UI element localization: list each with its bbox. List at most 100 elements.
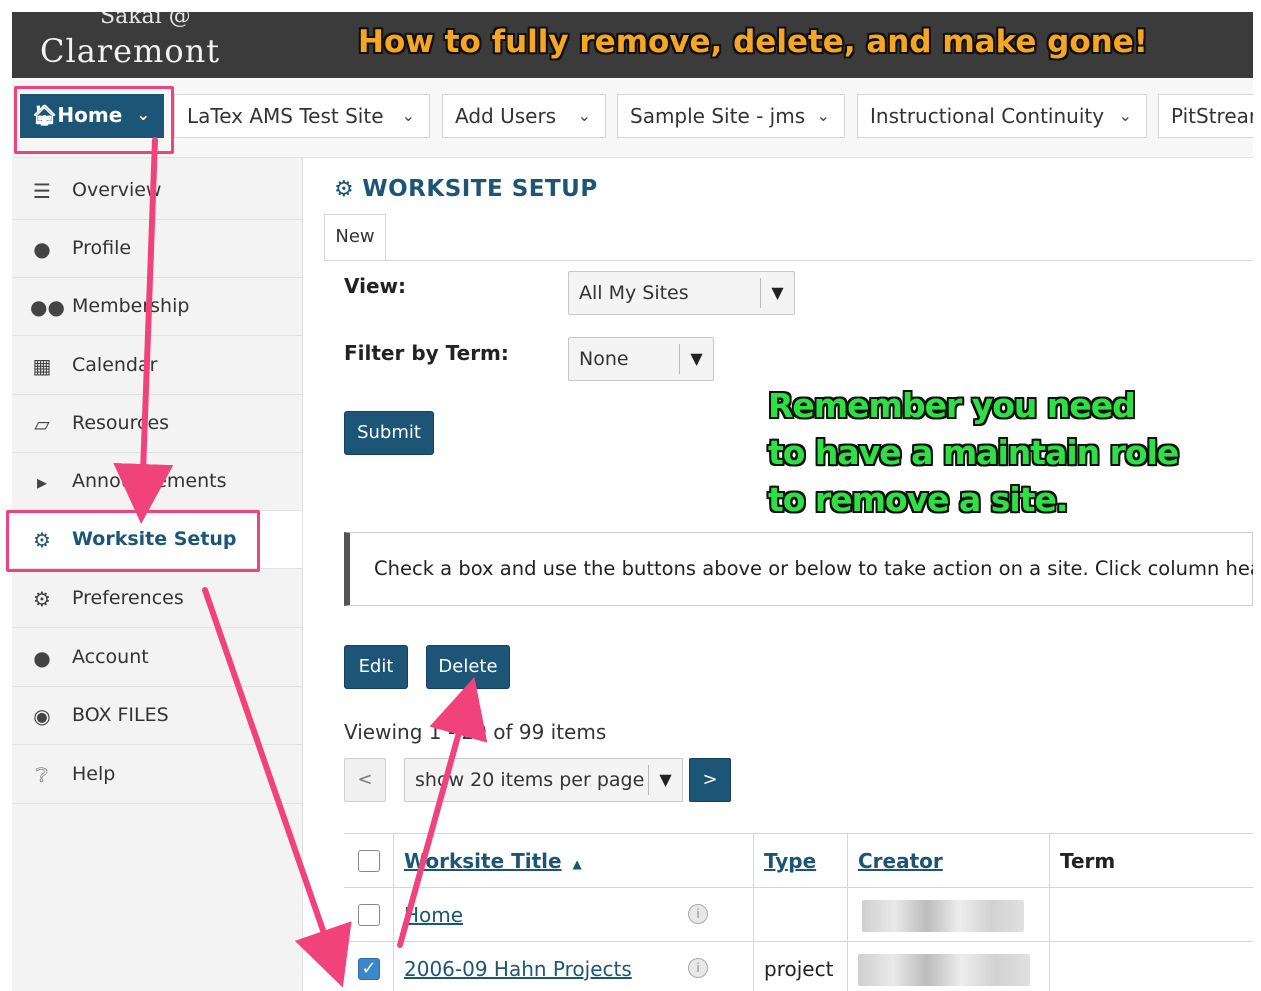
tutorial-callout: Remember you need to have a maintain rol… [768,382,1179,523]
col-type-label[interactable]: Type [764,849,816,873]
gears-icon: ⚙ [334,177,355,202]
chevron-down-icon[interactable]: ⌄ [402,95,415,137]
tab-label: Add Users [455,104,557,128]
sidebar-item-calendar[interactable]: ▦ Calendar [12,337,302,395]
tutorial-banner: How to fully remove, delete, and make go… [358,24,1148,60]
row-title-cell: Home i [394,888,754,942]
worksite-setup-highlight [6,510,260,572]
logo[interactable]: Claremont [40,32,220,70]
tab-pitstream[interactable]: PitStrear [1158,94,1253,138]
tab-label: Instructional Continuity [870,104,1105,128]
blurred-creator [858,954,1030,986]
col-worksite-title[interactable]: Worksite Title ▲ [394,834,754,888]
calendar-icon: ▦ [32,354,52,378]
callout-line: to have a maintain role [768,433,1179,472]
row-creator-cell [848,888,1050,942]
instructions-box: Check a box and use the buttons above or… [344,532,1253,606]
globe-icon: ◉ [33,704,51,728]
info-icon[interactable]: i [688,958,708,978]
chevron-down-icon[interactable]: ⌄ [817,95,830,137]
sort-asc-icon: ▲ [572,857,582,871]
term-select[interactable]: None ▼ [568,337,714,381]
site-title-link[interactable]: 2006-09 Hahn Projects [404,957,632,981]
caret-down-icon: ▼ [648,765,682,795]
sidebar-item-label: Profile [72,237,132,259]
next-page-button[interactable]: > [689,758,731,802]
sidebar-item-label: Help [72,763,116,785]
sidebar-item-account[interactable]: ● Account [12,629,302,687]
delete-button[interactable]: Delete [426,645,510,689]
site-title-link[interactable]: Home [404,903,463,927]
sidebar-item-label: Account [72,646,149,668]
row-select-cell: ✓ [344,942,394,991]
info-icon[interactable]: i [688,904,708,924]
sidebar-item-help[interactable]: ❔︎ Help [12,746,302,804]
sidebar-item-membership[interactable]: ●● Membership [12,278,302,336]
row-creator-cell [848,942,1050,991]
tab-divider [324,260,1253,261]
table-row: ✓ 2006-09 Hahn Projects i project [344,942,1253,991]
main-content: ⚙ WORKSITE SETUP New View: All My Sites ▼… [304,158,1253,991]
page-title: ⚙ WORKSITE SETUP [334,176,598,202]
row-select-cell [344,888,394,942]
callout-line: Remember you need [768,386,1136,425]
tab-new[interactable]: New [324,214,386,260]
sidebar-item-label: Overview [72,179,162,201]
row-checkbox-checked[interactable]: ✓ [358,958,380,980]
term-label: Filter by Term: [344,341,509,365]
page-title-text: WORKSITE SETUP [362,176,598,202]
row-term-cell [1050,888,1253,942]
row-type-cell [754,888,848,942]
select-all-checkbox[interactable] [358,850,380,872]
tab-label: Sample Site - jms [630,104,806,128]
tab-instructional-continuity[interactable]: Instructional Continuity ⌄ [857,94,1147,138]
blurred-creator [862,900,1024,932]
sidebar-item-resources[interactable]: ▱ Resources [12,395,302,453]
sidebar-item-box-files[interactable]: ◉ BOX FILES [12,687,302,745]
tool-sidebar: ☰ Overview ● Profile ●● Membership ▦ Cal… [12,158,303,991]
prev-page-button[interactable]: < [344,758,386,802]
sidebar-item-profile[interactable]: ● Profile [12,220,302,278]
home-tab-highlight [14,86,174,154]
col-creator-label[interactable]: Creator [858,849,943,873]
row-type-cell: project [754,942,848,991]
tab-latex-ams-test-site[interactable]: LaTex AMS Test Site ⌄ [174,94,430,138]
user-icon: ● [33,646,51,670]
tab-sample-site-jms[interactable]: Sample Site - jms ⌄ [617,94,845,138]
site-tabs-bar: 🏠︎Home ⌄ LaTex AMS Test Site ⌄ Add Users… [12,78,1253,158]
select-all-cell [344,834,394,888]
view-label: View: [344,274,407,298]
col-worksite-title-label[interactable]: Worksite Title [404,849,562,873]
submit-button[interactable]: Submit [344,411,434,455]
sidebar-item-label: BOX FILES [72,704,169,726]
tab-add-users[interactable]: Add Users ⌄ [442,94,606,138]
view-select[interactable]: All My Sites ▼ [568,271,795,315]
sidebar-item-label: Preferences [72,587,184,609]
row-checkbox[interactable] [358,904,380,926]
logo-top-text: Sakai @ [100,12,191,29]
col-term: Term [1050,834,1253,888]
sidebar-item-label: Membership [72,295,190,317]
callout-line: to remove a site. [768,480,1068,519]
edit-button[interactable]: Edit [344,645,408,689]
page-size-select[interactable]: show 20 items per page ▼ [404,758,683,802]
caret-down-icon: ▼ [679,344,713,374]
folder-icon: ▱ [34,412,50,436]
sidebar-item-preferences[interactable]: ⚙ Preferences [12,570,302,628]
tab-label: PitStrear [1171,104,1253,128]
table-row: Home i [344,888,1253,942]
col-type[interactable]: Type [754,834,848,888]
group-icon: ●● [30,295,65,319]
sidebar-item-label: Calendar [72,354,158,376]
term-select-value: None [579,348,629,370]
sidebar-item-overview[interactable]: ☰ Overview [12,162,302,220]
row-title-cell: 2006-09 Hahn Projects i [394,942,754,991]
chevron-down-icon[interactable]: ⌄ [578,95,591,137]
sites-table: Worksite Title ▲ Type Creator Term Home … [344,833,1253,991]
sidebar-item-announcements[interactable]: ▸ Announcements [12,453,302,511]
question-icon: ❔︎ [35,763,49,787]
sidebar-item-label: Resources [72,412,170,434]
caret-down-icon: ▼ [760,278,794,308]
col-creator[interactable]: Creator [848,834,1050,888]
chevron-down-icon[interactable]: ⌄ [1119,95,1132,137]
